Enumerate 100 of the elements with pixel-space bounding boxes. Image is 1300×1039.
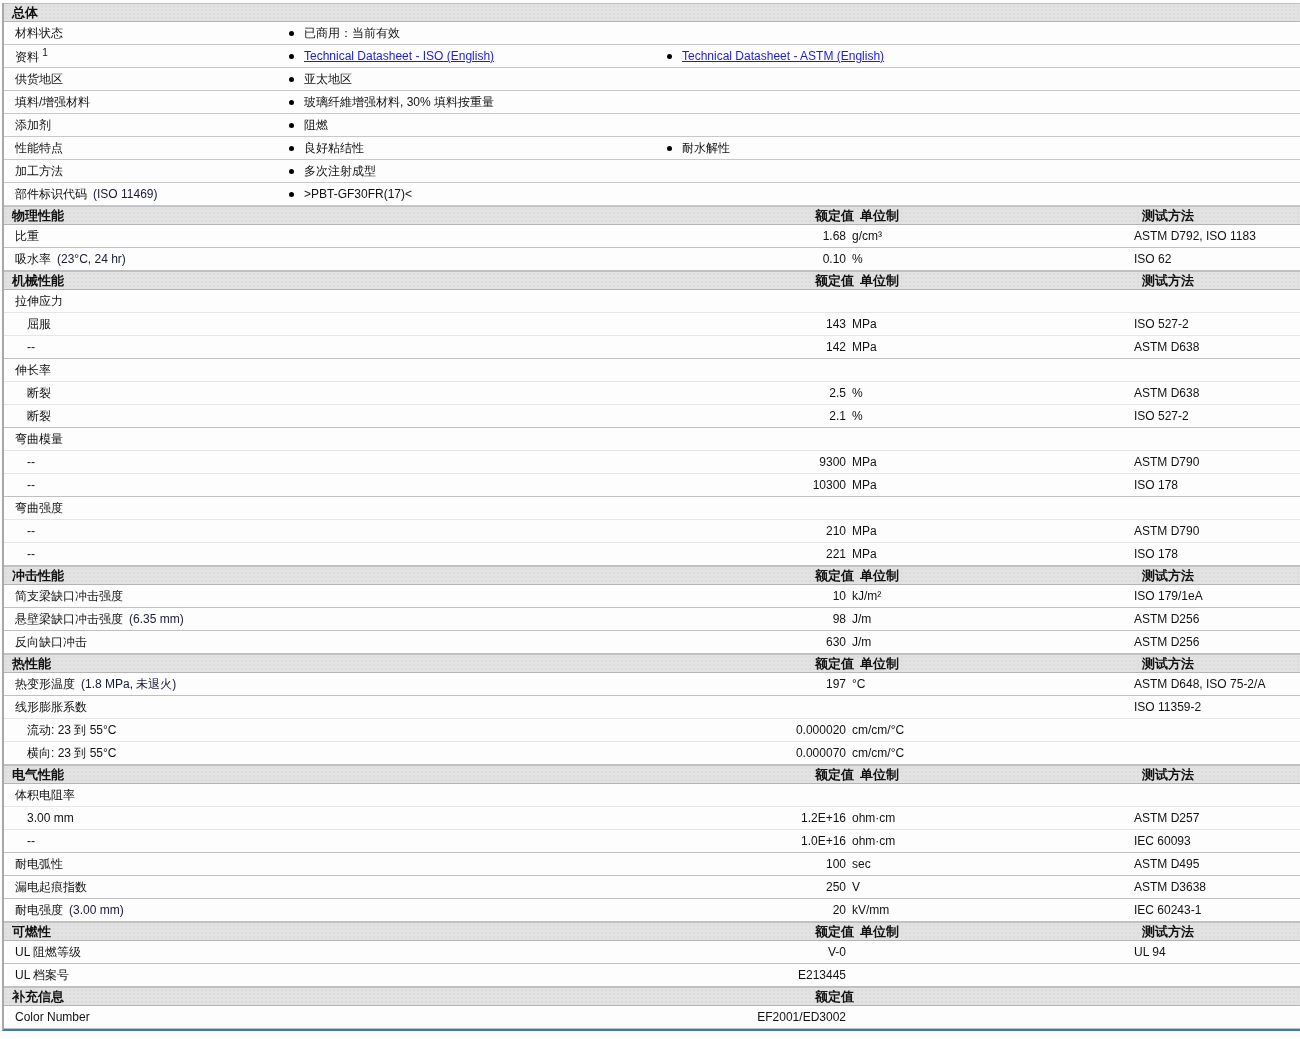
property-label: UL 阻燃等级 <box>15 944 82 959</box>
property-label: Color Number <box>15 1010 90 1024</box>
column-header: 测试方法 <box>1142 208 1194 223</box>
property-label: 体积电阻率 <box>15 787 75 802</box>
column-header: 单位制 <box>860 656 899 671</box>
unit-value: J/m <box>852 612 872 626</box>
unit-value: MPa <box>852 317 877 331</box>
column-header: 单位制 <box>860 568 899 583</box>
column-header: 额定值 <box>815 567 854 585</box>
nominal-value: 98 <box>832 612 846 626</box>
condition-note: (6.35 mm) <box>129 611 184 626</box>
column-header: 测试方法 <box>1142 568 1194 583</box>
unit-value: kJ/m² <box>852 589 882 603</box>
unit-value: MPa <box>852 524 877 538</box>
unit-value: MPa <box>852 547 877 561</box>
property-label: 材料状态 <box>15 25 63 40</box>
property-label: 线形膨胀系数 <box>15 699 87 714</box>
column-header: 单位制 <box>860 208 899 223</box>
property-value: 多次注射成型 <box>304 162 376 180</box>
bullet-icon <box>667 53 672 59</box>
unit-value: J/m <box>852 635 872 649</box>
nominal-value: 1.2E+16 <box>800 811 846 825</box>
property-label: -- <box>27 524 35 538</box>
bullet-icon <box>289 53 294 59</box>
test-method: ISO 62 <box>1134 252 1172 266</box>
property-value: 耐水解性 <box>682 139 730 157</box>
bullet-icon <box>289 168 294 174</box>
test-method: ASTM D790 <box>1134 455 1200 469</box>
test-method: ASTM D495 <box>1134 857 1200 871</box>
test-method: IEC 60243-1 <box>1134 903 1202 917</box>
unit-value: ohm·cm <box>852 811 896 825</box>
nominal-value: 2.1 <box>829 409 846 423</box>
test-method: ISO 527-2 <box>1134 409 1189 423</box>
property-label: -- <box>27 340 35 354</box>
column-header: 额定值 <box>815 988 854 1006</box>
property-label: 漏电起痕指数 <box>15 879 87 894</box>
unit-value: g/cm³ <box>852 229 882 243</box>
column-header: 额定值 <box>815 207 854 225</box>
nominal-value: 143 <box>825 317 846 331</box>
property-label: 填料/增强材料 <box>15 94 91 109</box>
column-header: 单位制 <box>860 273 899 288</box>
unit-value: V <box>852 880 860 894</box>
property-label: 断裂 <box>27 408 51 423</box>
column-header: 单位制 <box>860 924 899 939</box>
nominal-value: 10 <box>832 589 846 603</box>
nominal-value: 1.0E+16 <box>800 834 846 848</box>
bullet-icon <box>289 145 294 151</box>
unit-value: sec <box>852 857 871 871</box>
property-label: 3.00 mm <box>27 811 74 825</box>
section-title: 物理性能 <box>12 207 64 225</box>
bullet-icon <box>667 145 672 151</box>
property-label: 添加剂 <box>15 117 51 132</box>
nominal-value: 10300 <box>812 478 846 492</box>
unit-value: MPa <box>852 340 877 354</box>
property-label: 比重 <box>15 228 39 243</box>
property-label: 伸长率 <box>15 362 51 377</box>
nominal-value: 250 <box>825 880 846 894</box>
test-method: IEC 60093 <box>1134 834 1191 848</box>
property-label: 供货地区 <box>15 71 63 86</box>
property-label: 弯曲模量 <box>15 431 63 446</box>
nominal-value: 221 <box>825 547 846 561</box>
test-method: ASTM D256 <box>1134 612 1200 626</box>
nominal-value: 0.000070 <box>795 746 846 760</box>
nominal-value: 197 <box>825 677 846 691</box>
property-value: 玻璃纤維增强材料, 30% 填料按重量 <box>304 93 495 111</box>
unit-value: % <box>852 386 863 400</box>
datasheet-link[interactable]: Technical Datasheet - ASTM (English) <box>682 49 885 63</box>
column-header: 额定值 <box>815 655 854 673</box>
property-label: 耐电弧性 <box>15 856 63 871</box>
datasheet-link[interactable]: Technical Datasheet - ISO (English) <box>304 49 495 63</box>
property-label: UL 档案号 <box>15 967 70 982</box>
test-method: ASTM D256 <box>1134 635 1200 649</box>
property-label: -- <box>27 547 35 561</box>
condition-note: (ISO 11469) <box>93 186 158 201</box>
property-label: 加工方法 <box>15 163 63 178</box>
column-header: 测试方法 <box>1142 767 1194 782</box>
test-method: ASTM D638 <box>1134 340 1200 354</box>
section-title: 机械性能 <box>12 272 64 290</box>
test-method: ASTM D648, ISO 75-2/A <box>1134 677 1266 691</box>
property-value: 阻燃 <box>304 116 328 134</box>
nominal-value: EF2001/ED3002 <box>757 1010 846 1024</box>
unit-value: % <box>852 252 863 266</box>
column-header: 额定值 <box>815 766 854 784</box>
property-label: 耐电强度 <box>15 902 63 917</box>
unit-value: ohm·cm <box>852 834 896 848</box>
property-label: 资料 $^{1}$ <box>15 49 48 64</box>
nominal-value: 142 <box>825 340 846 354</box>
property-label: 热变形温度 <box>15 676 75 691</box>
column-header: 测试方法 <box>1142 656 1194 671</box>
property-label: 横向: 23 到 55°C <box>27 745 117 760</box>
section-title: 冲击性能 <box>12 567 64 585</box>
unit-value: cm/cm/°C <box>852 746 905 760</box>
property-label: 吸水率 <box>15 251 51 266</box>
property-label: 拉伸应力 <box>15 293 63 308</box>
test-method: ASTM D792, ISO 1183 <box>1134 229 1256 243</box>
nominal-value: 0.10 <box>822 252 846 266</box>
test-method: ASTM D638 <box>1134 386 1200 400</box>
condition-note: (1.8 MPa, 未退火) <box>81 676 177 691</box>
unit-value: MPa <box>852 455 877 469</box>
test-method: ISO 178 <box>1134 478 1179 492</box>
